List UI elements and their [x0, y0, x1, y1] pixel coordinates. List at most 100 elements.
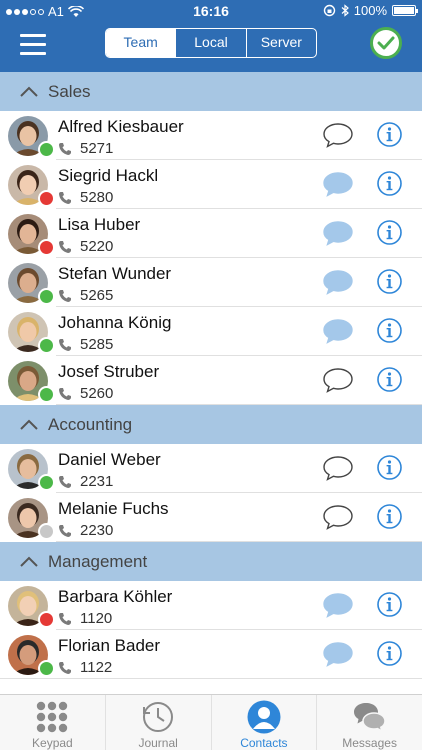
row-divider [56, 541, 422, 542]
group-title: Accounting [48, 414, 133, 434]
info-icon[interactable] [376, 454, 403, 481]
contact-name: Alfred Kiesbauer [58, 117, 184, 136]
phone-icon [58, 612, 72, 626]
phone-icon [58, 240, 72, 254]
extension-number: 5285 [80, 336, 114, 353]
extension: 5285 [58, 336, 113, 353]
row-divider [0, 678, 422, 679]
phone-icon [58, 387, 72, 401]
info-icon[interactable] [376, 170, 403, 197]
menu-icon[interactable] [20, 34, 46, 56]
extension-number: 5220 [80, 238, 114, 255]
contact-row[interactable]: Johanna König 5285 [0, 307, 422, 356]
chat-bubble-icon[interactable] [322, 170, 354, 198]
tab-label: Contacts [240, 736, 288, 750]
tab-messages[interactable]: Messages [316, 695, 422, 750]
tab-bar: Keypad Journal Contacts Messages [0, 694, 422, 750]
info-icon[interactable] [376, 640, 403, 667]
extension-number: 2231 [80, 473, 114, 490]
contact-name: Siegrid Hackl [58, 166, 159, 185]
presence-indicator [38, 239, 55, 256]
phone-icon [58, 191, 72, 205]
extension: 5265 [58, 287, 113, 304]
info-icon[interactable] [376, 366, 403, 393]
extension-number: 1122 [80, 659, 113, 676]
contact-row[interactable]: Daniel Weber 2231 [0, 444, 422, 493]
extension-number: 2230 [80, 522, 114, 539]
chevron-up-icon [18, 84, 40, 100]
journal-icon [140, 699, 176, 735]
extension-number: 5260 [80, 385, 114, 402]
battery-icon [392, 5, 418, 16]
chat-bubble-icon[interactable] [322, 591, 354, 619]
info-icon[interactable] [376, 503, 403, 530]
contact-row[interactable]: Barbara Köhler 1120 [0, 581, 422, 630]
segment-local[interactable]: Local [175, 29, 245, 57]
chat-bubble-icon[interactable] [322, 317, 354, 345]
group-header-sales[interactable]: Sales [0, 72, 422, 111]
contact-row[interactable]: Siegrid Hackl 5280 [0, 160, 422, 209]
nav-bar: Team Local Server [0, 22, 422, 72]
info-icon[interactable] [376, 268, 403, 295]
keypad-icon [34, 699, 70, 735]
tab-label: Keypad [32, 736, 73, 750]
contact-row[interactable]: Florian Bader 1122 [0, 630, 422, 679]
presence-indicator [38, 141, 55, 158]
contact-row[interactable]: Melanie Fuchs 2230 [0, 493, 422, 542]
battery-percent: 100% [353, 3, 387, 18]
presence-indicator [38, 660, 55, 677]
contact-name: Barbara Köhler [58, 587, 173, 606]
chat-bubble-icon[interactable] [322, 503, 354, 531]
group-header-accounting[interactable]: Accounting [0, 405, 422, 444]
extension: 1122 [58, 659, 112, 676]
contact-row[interactable]: Lisa Huber 5220 [0, 209, 422, 258]
group-header-management[interactable]: Management [0, 542, 422, 581]
extension: 2230 [58, 522, 113, 539]
contact-list: Sales Alfred Kiesbauer 5271 Siegrid Hackl 52… [0, 72, 422, 694]
chat-bubble-icon[interactable] [322, 366, 354, 394]
chevron-up-icon [18, 554, 40, 570]
info-icon[interactable] [376, 317, 403, 344]
segment-server[interactable]: Server [245, 29, 316, 57]
presence-indicator [38, 288, 55, 305]
contacts-icon [246, 699, 282, 735]
status-bar: A1 16:16 100% [0, 0, 422, 22]
contact-name: Johanna König [58, 313, 172, 332]
phone-icon [58, 475, 72, 489]
info-icon[interactable] [376, 591, 403, 618]
presence-indicator [38, 190, 55, 207]
phone-icon [58, 289, 72, 303]
source-segmented-control: Team Local Server [105, 28, 317, 58]
extension-number: 5265 [80, 287, 114, 304]
group-title: Sales [48, 81, 91, 101]
extension: 5271 [58, 140, 113, 157]
contact-row[interactable]: Alfred Kiesbauer 5271 [0, 111, 422, 160]
contact-row[interactable]: Josef Struber 5260 [0, 356, 422, 405]
status-right: 100% [323, 3, 418, 18]
chat-bubble-icon[interactable] [322, 121, 354, 149]
phone-icon [58, 524, 72, 538]
bluetooth-icon [341, 4, 349, 17]
chat-bubble-icon[interactable] [322, 640, 354, 668]
done-button[interactable] [370, 27, 402, 59]
segment-team[interactable]: Team [106, 29, 176, 57]
chat-bubble-icon[interactable] [322, 219, 354, 247]
phone-icon [58, 142, 72, 156]
contact-row[interactable]: Stefan Wunder 5265 [0, 258, 422, 307]
tab-keypad[interactable]: Keypad [0, 695, 105, 750]
info-icon[interactable] [376, 219, 403, 246]
tab-journal[interactable]: Journal [104, 695, 211, 750]
chat-bubble-icon[interactable] [322, 268, 354, 296]
extension: 5260 [58, 385, 113, 402]
contact-name: Lisa Huber [58, 215, 141, 234]
extension: 1120 [58, 610, 112, 627]
presence-indicator [38, 337, 55, 354]
contact-name: Josef Struber [58, 362, 160, 381]
contact-name: Melanie Fuchs [58, 499, 169, 518]
info-icon[interactable] [376, 121, 403, 148]
chat-bubble-icon[interactable] [322, 454, 354, 482]
checkmark-icon [377, 36, 395, 50]
tab-contacts[interactable]: Contacts [210, 695, 317, 750]
presence-indicator [38, 523, 55, 540]
messages-icon [352, 699, 388, 735]
